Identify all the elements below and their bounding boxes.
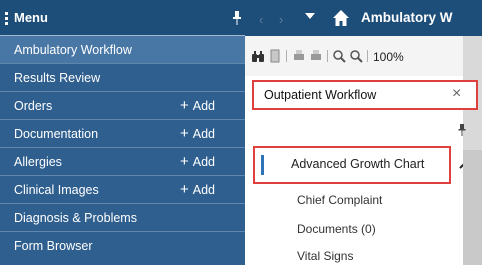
menu-item-label: Results Review [14,71,101,85]
menu-item-label: Orders [14,99,53,113]
top-navigation-bar: ‹ › Ambulatory W [245,0,482,36]
menu-item-label: Ambulatory Workflow [14,43,132,57]
toolbar-divider [286,50,287,62]
menu-item-orders[interactable]: Orders + Add [0,92,245,120]
content-panel: 100% Outpatient Workflow × Advanced Grow… [245,36,478,265]
section-label: Advanced Growth Chart [291,157,425,171]
plus-icon: + [180,97,189,114]
menu-item-label: Diagnosis & Problems [14,211,137,225]
selected-indicator [261,155,264,175]
toolbar-divider [367,50,368,62]
left-menu: Menu Ambulatory Workflow Results Review … [0,0,245,265]
add-clinical-images-button[interactable]: + Add [180,176,215,204]
toolbar: 100% [245,36,463,76]
menu-item-label: Form Browser [14,239,93,253]
add-orders-button[interactable]: + Add [180,92,215,120]
close-icon[interactable]: × [452,85,461,103]
plus-icon: + [180,181,189,198]
menu-item-label: Clinical Images [14,183,99,197]
plus-icon: + [180,125,189,142]
menu-item-diagnosis-problems[interactable]: Diagnosis & Problems [0,204,245,232]
zoom-out-icon[interactable] [349,49,363,63]
section-item-documents[interactable]: Documents (0) [297,222,376,236]
add-documentation-button[interactable]: + Add [180,120,215,148]
pin-icon[interactable] [232,11,242,25]
menu-item-results-review[interactable]: Results Review [0,64,245,92]
section-advanced-growth-chart[interactable]: Advanced Growth Chart [253,146,451,184]
menu-header: Menu [0,0,245,36]
toolbar-divider [327,50,328,62]
print-icon[interactable] [292,49,306,63]
pin-icon[interactable] [458,124,466,136]
home-icon[interactable] [332,9,350,27]
zoom-in-icon[interactable] [332,49,346,63]
tab-label: Outpatient Workflow [264,88,377,102]
drag-handle-icon[interactable] [5,12,8,26]
menu-item-label: Allergies [14,155,62,169]
menu-item-label: Documentation [14,127,99,141]
document-icon[interactable] [268,49,282,63]
menu-item-ambulatory-workflow[interactable]: Ambulatory Workflow [0,36,245,64]
dropdown-arrow-icon[interactable] [305,13,315,19]
tab-outpatient-workflow[interactable]: Outpatient Workflow × [252,80,478,110]
zoom-level[interactable]: 100% [373,50,404,64]
menu-title: Menu [14,10,48,25]
section-item-chief-complaint[interactable]: Chief Complaint [297,193,382,207]
add-allergies-button[interactable]: + Add [180,148,215,176]
chevron-left-icon[interactable]: ‹ [259,12,263,27]
menu-item-allergies[interactable]: Allergies + Add [0,148,245,176]
page-title: Ambulatory W [361,10,453,25]
section-item-vital-signs[interactable]: Vital Signs [297,249,353,263]
plus-icon: + [180,153,189,170]
binoculars-icon[interactable] [251,49,265,63]
menu-item-documentation[interactable]: Documentation + Add [0,120,245,148]
print-preview-icon[interactable] [309,49,323,63]
menu-item-clinical-images[interactable]: Clinical Images + Add [0,176,245,204]
menu-item-form-browser[interactable]: Form Browser [0,232,245,260]
scrollbar[interactable] [463,150,482,265]
chevron-right-icon[interactable]: › [279,12,283,27]
